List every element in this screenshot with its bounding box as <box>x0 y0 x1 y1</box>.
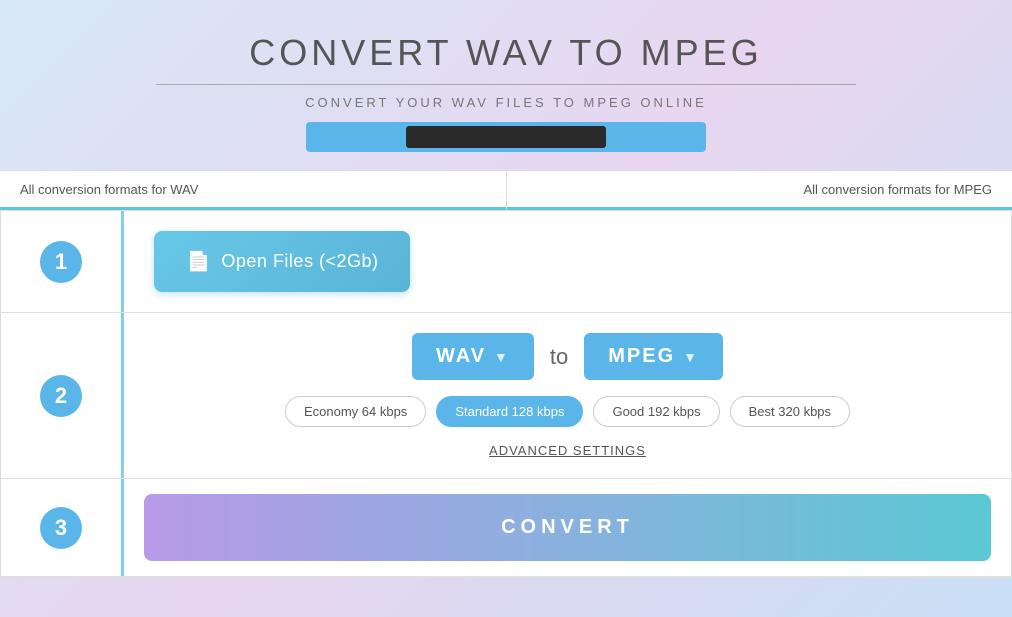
quality-good-button[interactable]: Good 192 kbps <box>593 396 719 427</box>
to-format-chevron-icon: ▼ <box>683 349 699 365</box>
upload-bar-inner <box>406 126 606 148</box>
header: CONVERT WAV TO MPEG CONVERT YOUR WAV FIL… <box>0 0 1012 170</box>
header-divider <box>156 84 856 85</box>
page-title: CONVERT WAV TO MPEG <box>20 32 992 74</box>
step2-circle: 2 <box>40 375 82 417</box>
quality-standard-button[interactable]: Standard 128 kbps <box>436 396 583 427</box>
convert-button[interactable]: CONVERT <box>144 494 991 561</box>
format-bar-right-label[interactable]: All conversion formats for MPEG <box>507 182 1012 197</box>
step1-row: 1 📄 Open Files (<2Gb) <box>1 211 1011 313</box>
step1-number-col: 1 <box>1 211 121 312</box>
file-icon: 📄 <box>186 249 211 274</box>
open-files-button[interactable]: 📄 Open Files (<2Gb) <box>154 231 410 292</box>
step2-row: 2 WAV ▼ to MPEG ▼ Economy 64 kbps Sta <box>1 313 1011 479</box>
to-format-label: MPEG <box>608 345 675 368</box>
from-format-chevron-icon: ▼ <box>494 349 510 365</box>
format-bar-left-label[interactable]: All conversion formats for WAV <box>0 182 506 197</box>
subtitle: CONVERT YOUR WAV FILES TO MPEG ONLINE <box>20 95 992 110</box>
format-bar: All conversion formats for WAV All conve… <box>0 170 1012 210</box>
to-text: to <box>550 344 568 370</box>
step1-content: 📄 Open Files (<2Gb) <box>121 211 1011 312</box>
step3-circle: 3 <box>40 507 82 549</box>
upload-bar[interactable] <box>306 122 706 152</box>
step2-number-col: 2 <box>1 313 121 478</box>
page-wrapper: CONVERT WAV TO MPEG CONVERT YOUR WAV FIL… <box>0 0 1012 617</box>
to-format-button[interactable]: MPEG ▼ <box>584 333 723 380</box>
from-format-button[interactable]: WAV ▼ <box>412 333 534 380</box>
step3-number-col: 3 <box>1 479 121 576</box>
format-selectors: WAV ▼ to MPEG ▼ <box>154 333 981 380</box>
open-files-label: Open Files (<2Gb) <box>221 251 378 272</box>
steps-wrapper: 1 📄 Open Files (<2Gb) 2 WAV ▼ <box>0 210 1012 578</box>
quality-economy-button[interactable]: Economy 64 kbps <box>285 396 426 427</box>
quality-options: Economy 64 kbps Standard 128 kbps Good 1… <box>154 396 981 427</box>
step3-content: CONVERT <box>121 479 1011 576</box>
step1-circle: 1 <box>40 241 82 283</box>
step2-content: WAV ▼ to MPEG ▼ Economy 64 kbps Standard… <box>121 313 1011 478</box>
quality-best-button[interactable]: Best 320 kbps <box>730 396 850 427</box>
from-format-label: WAV <box>436 345 486 368</box>
step3-row: 3 CONVERT <box>1 479 1011 577</box>
advanced-settings-link[interactable]: ADVANCED SETTINGS <box>154 443 981 458</box>
